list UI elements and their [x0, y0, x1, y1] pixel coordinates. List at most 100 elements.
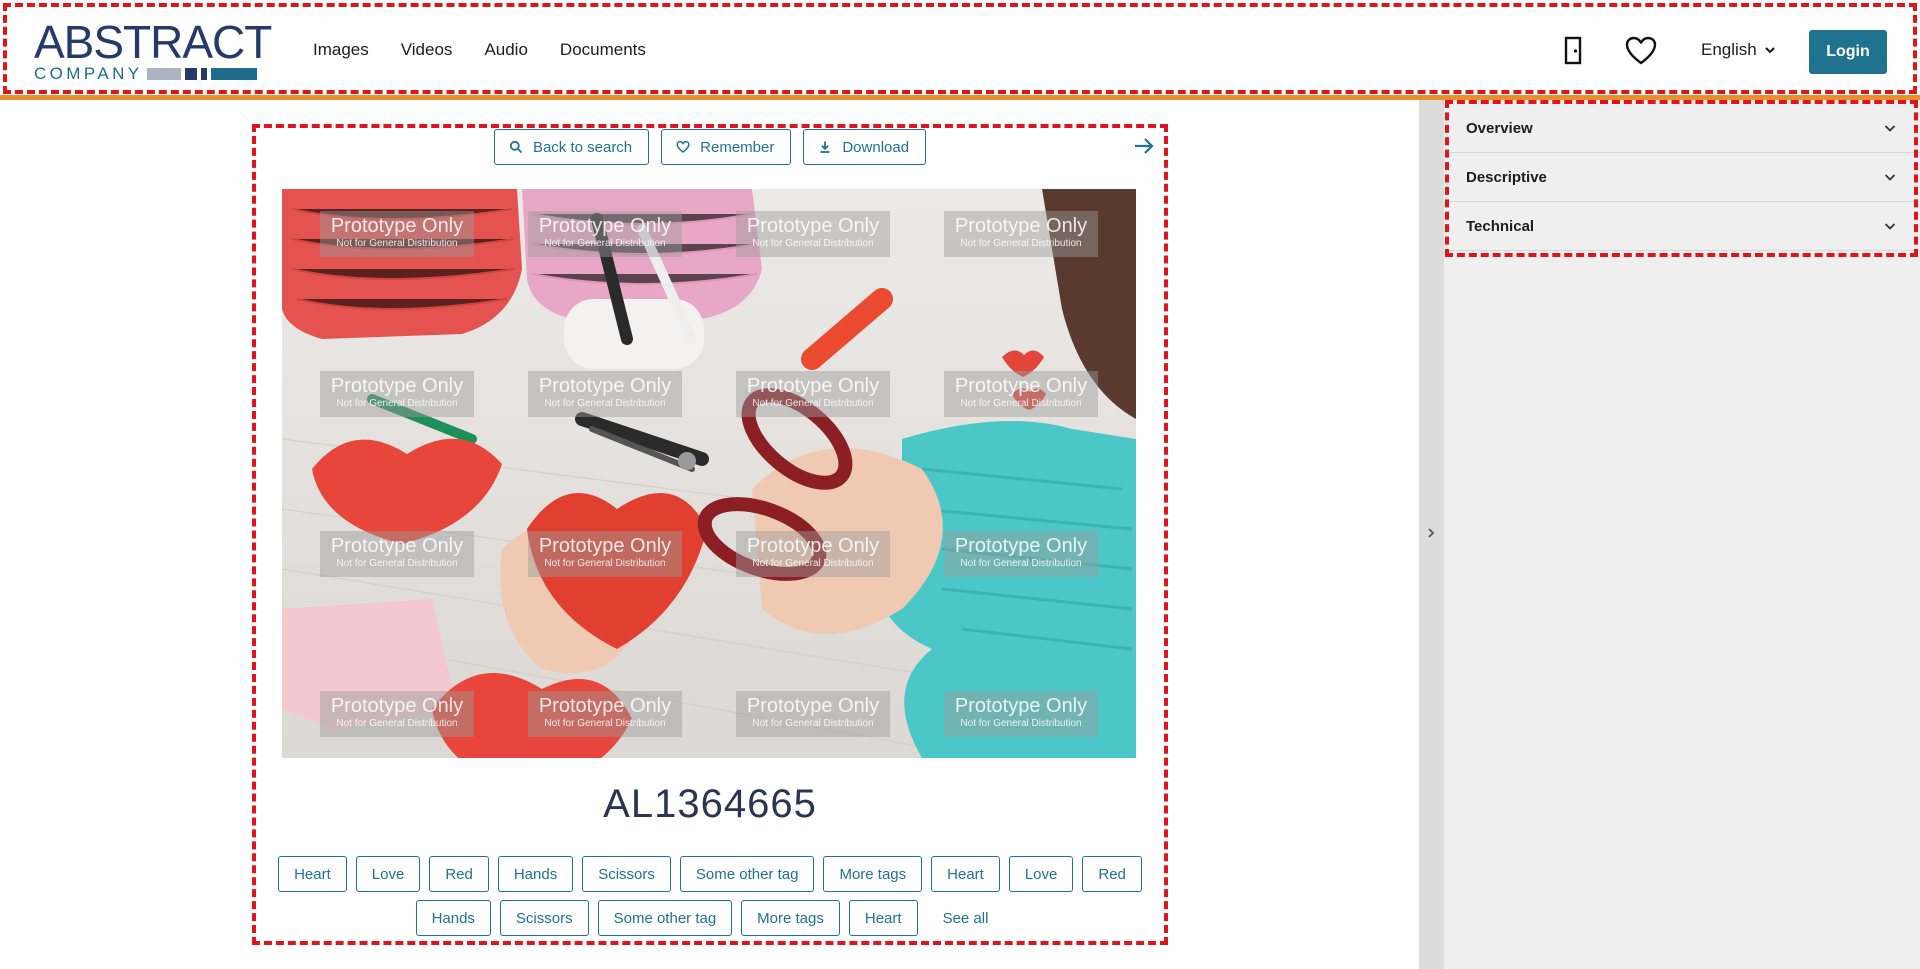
watermark-label: Prototype Only Not for General Distributi…: [736, 531, 890, 577]
tag-chip[interactable]: Red: [429, 856, 489, 892]
accordion-technical[interactable]: Technical: [1444, 202, 1920, 251]
watermark-label: Prototype Only Not for General Distributi…: [320, 531, 474, 577]
tag-chip[interactable]: Some other tag: [597, 900, 733, 936]
next-asset-arrow-icon[interactable]: [1132, 134, 1156, 158]
accordion-descriptive[interactable]: Descriptive: [1444, 153, 1920, 202]
watermark-title: Prototype Only: [954, 695, 1088, 717]
tag-chip[interactable]: Red: [1082, 856, 1142, 892]
watermark-label: Prototype Only Not for General Distributi…: [320, 691, 474, 737]
download-icon: [820, 141, 830, 153]
tag-chip[interactable]: Heart: [931, 856, 1000, 892]
watermark-label: Prototype Only Not for General Distributi…: [736, 691, 890, 737]
chevron-down-icon: [1765, 47, 1775, 54]
chevron-down-icon: [1884, 223, 1896, 230]
download-label: Download: [842, 138, 910, 156]
watermark-label: Prototype Only Not for General Distributi…: [944, 211, 1098, 257]
chevron-down-icon: [1884, 125, 1896, 132]
tag-chip[interactable]: Heart: [278, 856, 347, 892]
language-label: English: [1701, 40, 1757, 59]
tag-chip[interactable]: Heart: [848, 900, 918, 936]
watermark-title: Prototype Only: [330, 695, 464, 717]
tag-chip[interactable]: Love: [355, 856, 421, 892]
watermark-label: Prototype Only Not for General Distributi…: [736, 371, 890, 417]
watermark-subtitle: Not for General Distribution: [544, 238, 666, 249]
nav-documents[interactable]: Documents: [560, 40, 646, 60]
remember-label: Remember: [700, 138, 775, 156]
download-button[interactable]: Download: [803, 129, 927, 165]
chevron-down-icon: [1884, 174, 1896, 181]
watermark-title: Prototype Only: [538, 695, 672, 717]
chevron-right-icon[interactable]: [1424, 526, 1438, 540]
watermark-title: Prototype Only: [746, 695, 880, 717]
tag-chip[interactable]: Love: [1008, 856, 1074, 892]
logo-subtext: COMPANY: [34, 64, 143, 83]
nav-videos[interactable]: Videos: [401, 40, 453, 60]
tag-list: Heart Love Red Hands Scissors Some other…: [252, 856, 1168, 936]
accordion-label: Technical: [1466, 217, 1535, 235]
back-to-search-button[interactable]: Back to search: [493, 129, 650, 165]
watermark-label: Prototype Only Not for General Distributi…: [528, 371, 682, 417]
watermark-subtitle: Not for General Distribution: [544, 398, 666, 409]
accordion-label: Descriptive: [1466, 168, 1547, 186]
door-exit-icon[interactable]: [1556, 34, 1590, 68]
watermark-subtitle: Not for General Distribution: [960, 558, 1082, 569]
watermark-title: Prototype Only: [954, 535, 1088, 557]
nav-images[interactable]: Images: [313, 40, 369, 60]
watermark-title: Prototype Only: [954, 215, 1088, 237]
language-select[interactable]: English: [1701, 40, 1777, 60]
heart-icon[interactable]: [1624, 34, 1658, 68]
asset-toolbar: Back to search Remember Download: [252, 129, 1168, 165]
watermark-subtitle: Not for General Distribution: [336, 238, 458, 249]
accordion-overview[interactable]: Overview: [1444, 104, 1920, 153]
watermark-subtitle: Not for General Distribution: [960, 238, 1082, 249]
watermark-subtitle: Not for General Distribution: [752, 718, 874, 729]
watermark-label: Prototype Only Not for General Distributi…: [528, 691, 682, 737]
nav-audio[interactable]: Audio: [484, 40, 527, 60]
tag-chip[interactable]: Hands: [497, 856, 574, 892]
search-icon: [509, 140, 523, 154]
watermark-label: Prototype Only Not for General Distributi…: [320, 211, 474, 257]
watermark-subtitle: Not for General Distribution: [336, 398, 458, 409]
main-nav: Images Videos Audio Documents: [313, 40, 646, 60]
company-logo[interactable]: ABSTRACT COMPANY: [34, 16, 274, 83]
watermark-subtitle: Not for General Distribution: [960, 398, 1082, 409]
watermark-title: Prototype Only: [330, 535, 464, 557]
watermark-title: Prototype Only: [538, 375, 672, 397]
watermark-label: Prototype Only Not for General Distributi…: [944, 691, 1098, 737]
watermark-subtitle: Not for General Distribution: [336, 718, 458, 729]
tag-chip[interactable]: Some other tag: [679, 856, 815, 892]
tag-chip[interactable]: Hands: [415, 900, 491, 936]
watermark-subtitle: Not for General Distribution: [336, 558, 458, 569]
watermark-label: Prototype Only Not for General Distributi…: [528, 531, 682, 577]
logo-blocks-icon: [146, 68, 257, 80]
metadata-accordion: Overview Descriptive Technical: [1444, 104, 1920, 251]
watermark-title: Prototype Only: [538, 535, 672, 557]
back-to-search-label: Back to search: [532, 138, 633, 156]
watermark-title: Prototype Only: [746, 215, 880, 237]
watermark-title: Prototype Only: [538, 215, 672, 237]
asset-id-title: AL1364665: [603, 782, 817, 826]
tag-chip[interactable]: More tags: [823, 856, 923, 892]
top-header: ABSTRACT COMPANY Images Videos Audio Doc…: [0, 0, 1920, 100]
tag-chip[interactable]: Scissors: [582, 856, 671, 892]
watermark-title: Prototype Only: [330, 215, 464, 237]
watermark-label: Prototype Only Not for General Distributi…: [944, 531, 1098, 577]
watermark-title: Prototype Only: [330, 375, 464, 397]
tag-chip[interactable]: More tags: [741, 900, 840, 936]
watermark-label: Prototype Only Not for General Distributi…: [736, 211, 890, 257]
asset-detail: Back to search Remember Download Prototy…: [252, 124, 1168, 945]
see-all-tags-link[interactable]: See all: [926, 900, 1005, 936]
asset-preview-image[interactable]: Prototype Only Not for General Distributi…: [282, 189, 1136, 758]
watermark-label: Prototype Only Not for General Distributi…: [320, 371, 474, 417]
watermark-title: Prototype Only: [746, 535, 880, 557]
login-button[interactable]: Login: [1809, 30, 1887, 74]
watermark-subtitle: Not for General Distribution: [544, 558, 666, 569]
heart-outline-icon: [676, 140, 690, 153]
logo-subline: COMPANY: [34, 65, 274, 83]
watermark-subtitle: Not for General Distribution: [752, 238, 874, 249]
logo-wordmark: ABSTRACT: [34, 16, 272, 68]
tag-chip[interactable]: Scissors: [499, 900, 589, 936]
remember-button[interactable]: Remember: [661, 129, 792, 165]
watermark-title: Prototype Only: [954, 375, 1088, 397]
watermark-title: Prototype Only: [746, 375, 880, 397]
